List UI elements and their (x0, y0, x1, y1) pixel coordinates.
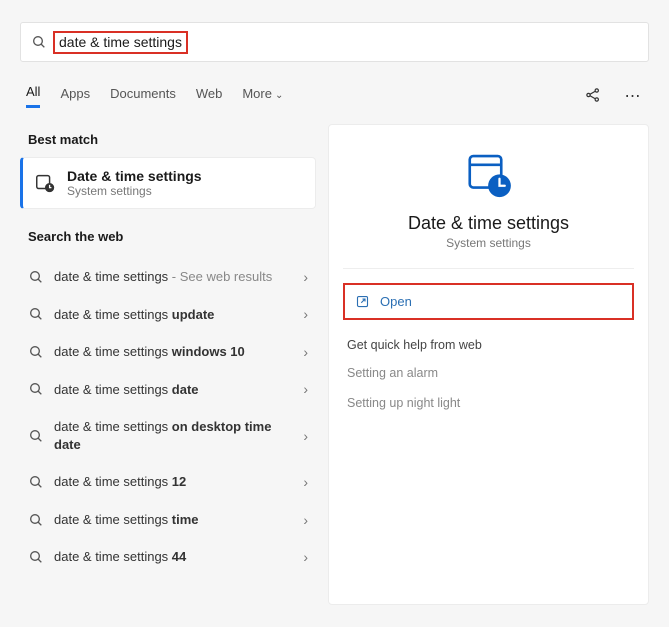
search-web-header: Search the web (20, 221, 316, 254)
preview-hero: Date & time settings System settings (343, 149, 634, 269)
best-match-header: Best match (20, 124, 316, 157)
help-link[interactable]: Setting up night light (347, 396, 634, 410)
best-match-subtitle: System settings (67, 184, 202, 198)
tabs-row: All Apps Documents Web More⌄ ⋯ (20, 84, 649, 118)
search-icon (28, 306, 44, 322)
search-icon (31, 34, 47, 50)
date-time-icon (33, 171, 57, 195)
web-result[interactable]: date & time settings update › (20, 296, 316, 334)
tab-all[interactable]: All (26, 84, 40, 108)
web-result-text: date & time settings on desktop time dat… (54, 418, 293, 453)
web-result-text: date & time settings 44 (54, 548, 293, 566)
open-label: Open (380, 294, 412, 309)
web-results-list: date & time settings - See web results›d… (20, 258, 316, 576)
chevron-right-icon: › (303, 512, 308, 528)
tab-more[interactable]: More⌄ (242, 86, 283, 107)
web-result[interactable]: date & time settings 44 › (20, 538, 316, 576)
best-match-title: Date & time settings (67, 168, 202, 184)
web-result[interactable]: date & time settings date › (20, 371, 316, 409)
search-icon (28, 381, 44, 397)
chevron-right-icon: › (303, 381, 308, 397)
chevron-down-icon: ⌄ (275, 90, 283, 101)
search-icon (28, 428, 44, 444)
quick-help-header: Get quick help from web (347, 338, 634, 352)
tab-apps[interactable]: Apps (60, 86, 90, 107)
search-input-value[interactable]: date & time settings (53, 31, 188, 54)
web-result[interactable]: date & time settings time › (20, 501, 316, 539)
chevron-right-icon: › (303, 269, 308, 285)
web-result[interactable]: date & time settings - See web results › (20, 258, 316, 296)
search-icon (28, 474, 44, 490)
search-icon (28, 344, 44, 360)
web-result-text: date & time settings - See web results (54, 268, 293, 286)
web-result-text: date & time settings date (54, 381, 293, 399)
search-bar[interactable]: date & time settings (20, 22, 649, 62)
results-column: Best match Date & time settings System s… (20, 124, 316, 605)
web-result-text: date & time settings time (54, 511, 293, 529)
chevron-right-icon: › (303, 428, 308, 444)
preview-pane: Date & time settings System settings Ope… (328, 124, 649, 605)
web-result[interactable]: date & time settings windows 10 › (20, 333, 316, 371)
share-icon[interactable] (583, 86, 603, 107)
web-result[interactable]: date & time settings on desktop time dat… (20, 408, 316, 463)
open-action[interactable]: Open (343, 283, 634, 320)
web-result-text: date & time settings windows 10 (54, 343, 293, 361)
web-result[interactable]: date & time settings 12 › (20, 463, 316, 501)
best-match-result[interactable]: Date & time settings System settings (20, 157, 316, 209)
web-result-text: date & time settings update (54, 306, 293, 324)
open-icon (355, 294, 370, 309)
chevron-right-icon: › (303, 306, 308, 322)
preview-subtitle: System settings (446, 236, 531, 250)
preview-title: Date & time settings (408, 213, 569, 234)
tab-web[interactable]: Web (196, 86, 223, 107)
chevron-right-icon: › (303, 344, 308, 360)
web-result-text: date & time settings 12 (54, 473, 293, 491)
date-time-large-icon (461, 149, 517, 205)
help-link[interactable]: Setting an alarm (347, 366, 634, 380)
chevron-right-icon: › (303, 549, 308, 565)
tab-documents[interactable]: Documents (110, 86, 176, 107)
search-icon (28, 269, 44, 285)
more-options-icon[interactable]: ⋯ (623, 86, 643, 106)
chevron-right-icon: › (303, 474, 308, 490)
search-icon (28, 549, 44, 565)
search-icon (28, 512, 44, 528)
